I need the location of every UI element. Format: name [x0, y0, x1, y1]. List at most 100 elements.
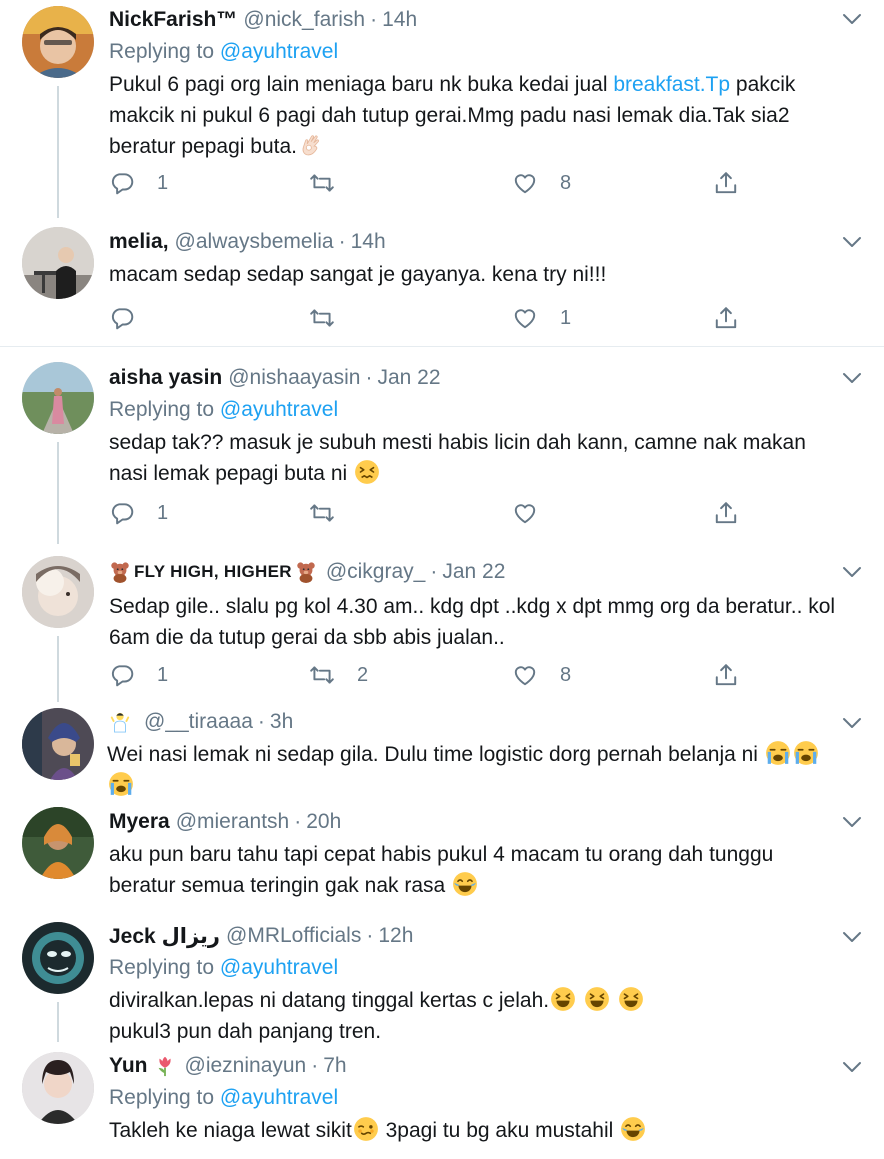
share-button[interactable]: [713, 660, 739, 690]
display-name[interactable]: Yun: [109, 1054, 148, 1078]
woozy-face-emoji: [353, 1116, 379, 1142]
share-button[interactable]: [713, 303, 739, 333]
thread-line: [57, 636, 59, 702]
share-button[interactable]: [713, 168, 739, 198]
timestamp[interactable]: 7h: [323, 1054, 346, 1078]
tweet-text: Sedap gile.. slalu pg kol 4.30 am.. kdg …: [109, 595, 836, 649]
timestamp[interactable]: 3h: [270, 710, 293, 734]
tweet-text: sedap tak?? masuk je subuh mesti habis l…: [109, 431, 806, 485]
retweet-icon: [309, 170, 335, 196]
user-handle[interactable]: @cikgray_: [326, 560, 426, 584]
crying-face-emoji: [793, 740, 819, 766]
caret-down-icon[interactable]: [842, 716, 862, 730]
tweet-text: Wei nasi lemak ni sedap gila. Dulu time …: [107, 739, 844, 801]
timestamp[interactable]: Jan 22: [442, 560, 505, 584]
tweet-text: aku pun baru tahu tapi cepat habis pukul…: [109, 843, 774, 897]
retweet-button[interactable]: [309, 303, 357, 333]
share-button[interactable]: [713, 498, 739, 528]
user-handle[interactable]: @alwaysbemelia: [175, 230, 334, 254]
reply-icon: [109, 305, 135, 331]
user-handle[interactable]: @iezninayun: [185, 1054, 307, 1078]
share-icon: [713, 170, 739, 196]
thread-line: [57, 442, 59, 544]
teddy-bear-emoji: [109, 561, 131, 583]
avatar[interactable]: [22, 362, 94, 434]
caret-down-icon[interactable]: [842, 1060, 862, 1074]
avatar[interactable]: [22, 227, 94, 299]
laughing-face-emoji: [618, 986, 644, 1012]
caret-down-icon[interactable]: [842, 371, 862, 385]
reply-button[interactable]: 1: [109, 498, 168, 528]
avatar[interactable]: [22, 556, 94, 628]
caret-down-icon[interactable]: [842, 12, 862, 26]
tweet-header: Jeck ريزال @MRLofficials · 12h: [109, 924, 414, 949]
mention-link[interactable]: @ayuhtravel: [220, 956, 338, 979]
reply-button[interactable]: 1: [109, 168, 168, 198]
like-button[interactable]: 8: [512, 660, 571, 690]
avatar[interactable]: [22, 6, 94, 78]
like-button[interactable]: [512, 498, 560, 528]
display-name[interactable]: aisha yasin: [109, 366, 222, 390]
replying-to: Replying to @ayuhtravel: [109, 1086, 339, 1109]
crying-face-emoji: [765, 740, 791, 766]
divider: [0, 346, 884, 347]
timestamp[interactable]: Jan 22: [377, 366, 440, 390]
persevering-face-emoji: [354, 459, 380, 485]
like-button[interactable]: 8: [512, 168, 571, 198]
timestamp[interactable]: 14h: [351, 230, 386, 254]
retweet-icon: [309, 305, 335, 331]
like-icon: [512, 305, 538, 331]
user-handle[interactable]: @nick_farish: [243, 8, 365, 32]
caret-down-icon[interactable]: [842, 235, 862, 249]
teddy-bear-emoji: [295, 561, 317, 583]
retweet-button[interactable]: [309, 498, 357, 528]
crying-face-emoji: [108, 771, 134, 797]
tweet-header: NickFarish™ @nick_farish · 14h: [109, 8, 418, 32]
like-icon: [512, 170, 538, 196]
avatar[interactable]: [22, 1052, 94, 1124]
reply-button[interactable]: [109, 303, 157, 333]
avatar[interactable]: [22, 708, 94, 780]
laughing-face-emoji: [584, 986, 610, 1012]
display-name[interactable]: melia,: [109, 230, 169, 254]
caret-down-icon[interactable]: [842, 565, 862, 579]
caret-down-icon[interactable]: [842, 815, 862, 829]
timestamp[interactable]: 12h: [378, 924, 413, 948]
caret-down-icon[interactable]: [842, 930, 862, 944]
share-icon: [713, 305, 739, 331]
laughing-face-emoji: [550, 986, 576, 1012]
display-name[interactable]: Myera: [109, 810, 170, 834]
replying-to: Replying to @ayuhtravel: [109, 398, 339, 421]
mention-link[interactable]: @ayuhtravel: [220, 40, 338, 63]
mention-link[interactable]: @ayuhtravel: [220, 398, 338, 421]
like-icon: [512, 500, 538, 526]
display-name[interactable]: NickFarish™: [109, 8, 237, 32]
thread-line: [57, 1002, 59, 1042]
timestamp[interactable]: 14h: [382, 8, 417, 32]
share-icon: [713, 500, 739, 526]
hashtag-link[interactable]: breakfast.Tp: [613, 73, 730, 96]
retweet-icon: [309, 662, 335, 688]
retweet-button[interactable]: [309, 168, 357, 198]
user-handle[interactable]: @nishaayasin: [228, 366, 360, 390]
avatar[interactable]: [22, 807, 94, 879]
replying-to: Replying to @ayuhtravel: [109, 40, 339, 63]
mention-link[interactable]: @ayuhtravel: [220, 1086, 338, 1109]
tears-of-joy-emoji: [620, 1116, 646, 1142]
tweet-header: FLY HIGH, HIGHER @cikgray_ · Jan 22: [109, 558, 844, 586]
display-name[interactable]: Jeck ريزال: [109, 924, 220, 949]
user-handle[interactable]: @MRLofficials: [226, 924, 361, 948]
user-handle[interactable]: @mierantsh: [176, 810, 290, 834]
tweet-text: Takleh ke niaga lewat sikit 3pagi tu bg …: [109, 1115, 844, 1146]
reply-button[interactable]: 1: [109, 660, 168, 690]
reply-icon: [109, 170, 135, 196]
display-name[interactable]: FLY HIGH, HIGHER: [134, 562, 292, 582]
user-handle[interactable]: @__tiraaaa: [144, 710, 253, 734]
replying-to: Replying to @ayuhtravel: [109, 956, 339, 979]
retweet-button[interactable]: 2: [309, 660, 368, 690]
like-button[interactable]: 1: [512, 303, 571, 333]
ok-hand-emoji: [298, 132, 324, 158]
timestamp[interactable]: 20h: [306, 810, 341, 834]
reply-icon: [109, 500, 135, 526]
avatar[interactable]: [22, 922, 94, 994]
